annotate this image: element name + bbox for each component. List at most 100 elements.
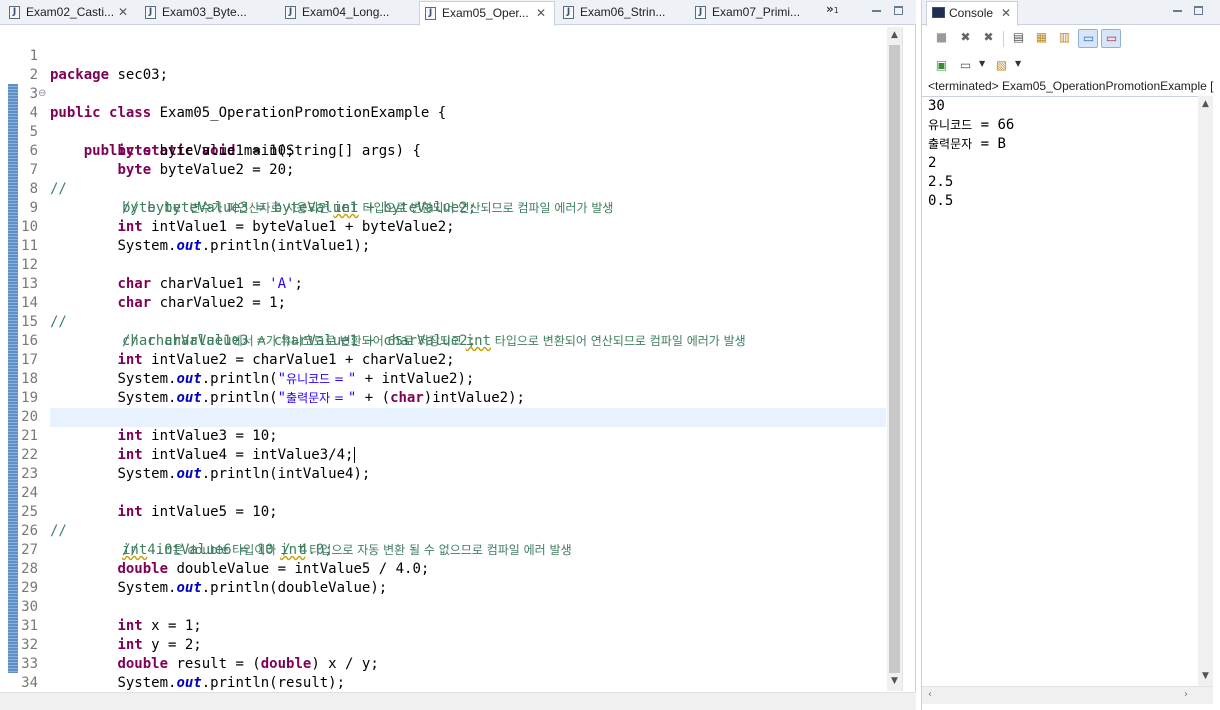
code-line: 7 // byte byteValue3 = byteValue1 + byte… <box>0 142 888 216</box>
toolbar-separator <box>1003 31 1004 47</box>
minimize-icon <box>1173 10 1182 12</box>
tab-exam05[interactable]: J Exam05_Oper... ✕ <box>419 1 555 26</box>
show-on-stderr-button[interactable]: ▭ <box>1101 29 1121 48</box>
terminate-icon: ■ <box>935 30 948 44</box>
code-line: 26 // 4.0은 double 타입이라 int 타입으로 자동 변환 될 … <box>0 503 888 558</box>
scroll-lock-button[interactable]: ▦ <box>1032 29 1052 48</box>
console-vertical-scrollbar[interactable]: ▲ ▼ <box>1198 96 1213 686</box>
code-line: 14 // char charValue3 = charValue1 + cha… <box>0 275 888 349</box>
remove-all-button[interactable]: ✖ <box>979 29 999 48</box>
code-line: 22 System.out.println(intValue4); <box>0 427 888 482</box>
code-line: 8 // byte 변수가 피연산자로 사용되면 int 타입으로 변환되어 연… <box>0 161 888 216</box>
code-line: 28 System.out.println(doubleValue); <box>0 541 888 596</box>
output-line: 30 <box>928 98 945 114</box>
clear-console-button[interactable]: ▤ <box>1009 29 1029 48</box>
code-line: 16 int intValue2 = charValue1 + charValu… <box>0 313 888 368</box>
remove-launch-button[interactable]: ✖ <box>956 29 976 48</box>
minimize-button[interactable] <box>1171 4 1184 17</box>
clear-console-icon: ▤ <box>1012 30 1025 44</box>
overview-ruler[interactable] <box>902 27 915 691</box>
maximize-icon <box>894 6 903 15</box>
tab-exam02[interactable]: J Exam02_Casti... ✕ <box>4 1 136 25</box>
code-line: 13 char charValue2 = 1; <box>0 256 888 311</box>
tab-label: Exam04_Long... <box>302 5 390 19</box>
console-tab-bar: Console ✕ <box>922 0 1220 26</box>
output-line: 2.5 <box>928 174 954 190</box>
open-console-icon: ▧ <box>995 58 1008 72</box>
code-line: 15 // charValue1에서 A가 유니코드로 변환되어 65로 저장되… <box>0 294 888 349</box>
java-file-icon: J <box>145 6 156 19</box>
pin-console-icon: ▣ <box>935 58 948 72</box>
code-line: 34 } <box>0 655 888 691</box>
code-line: 1 package sec03; <box>0 28 888 83</box>
console-icon <box>932 7 945 18</box>
word-wrap-button[interactable]: ▥ <box>1055 29 1075 48</box>
code-line: 27 double doubleValue = intValue5 / 4.0; <box>0 522 888 577</box>
output-line: 0.5 <box>928 193 954 209</box>
code-line: 19 <box>0 370 888 406</box>
tab-exam03[interactable]: J Exam03_Byte... <box>140 1 278 25</box>
minimize-button[interactable] <box>870 4 883 17</box>
show-on-stdout-button[interactable]: ▭ <box>1078 29 1098 48</box>
code-line: 12 char charValue1 = 'A'; <box>0 237 888 292</box>
tab-exam06[interactable]: J Exam06_Strin... <box>558 1 688 25</box>
tab-overflow-button[interactable]: »1 <box>826 2 839 16</box>
tab-label: Exam03_Byte... <box>162 5 247 19</box>
code-line: 10 System.out.println(intValue1); <box>0 199 888 254</box>
chevron-right-icon[interactable]: › <box>1184 689 1188 700</box>
close-icon[interactable]: ✕ <box>118 1 128 23</box>
scroll-lock-icon: ▦ <box>1035 30 1048 44</box>
chevron-down-icon[interactable]: ▼ <box>1200 670 1211 682</box>
terminate-button[interactable]: ■ <box>932 29 952 48</box>
editor-tab-bar: J Exam02_Casti... ✕ J Exam03_Byte... J E… <box>0 0 916 26</box>
tab-console[interactable]: Console ✕ <box>926 1 1018 26</box>
console-horizontal-scrollbar[interactable]: ‹ › <box>922 686 1213 704</box>
code-line: 24 int intValue5 = 10; <box>0 465 888 520</box>
code-line: 18 System.out.println("출력문자 = " + (char)… <box>0 351 888 406</box>
display-selected-console-button[interactable]: ▭ <box>956 57 976 76</box>
chevron-up-icon[interactable]: ▲ <box>889 29 900 41</box>
code-line: 23 <box>0 446 888 482</box>
console-output[interactable]: 30 유니코드 = 66 출력문자 = B 2 2.5 0.5 <box>922 96 1198 686</box>
java-file-icon: J <box>695 6 706 19</box>
code-editor[interactable]: 1 package sec03; 2 3 public class Exam05… <box>0 27 888 692</box>
chevron-down-icon[interactable]: ▼ <box>889 675 900 687</box>
tab-exam07[interactable]: J Exam07_Primi... <box>690 1 820 25</box>
pin-console-button[interactable]: ▣ <box>932 57 952 76</box>
overflow-count: 1 <box>833 6 839 15</box>
word-wrap-icon: ▥ <box>1058 30 1071 44</box>
code-line: 17 System.out.println("유니코드 = " + intVal… <box>0 332 888 387</box>
code-line: 6 byte byteValue2 = 20; <box>0 123 888 178</box>
code-line: 33 System.out.println(result); <box>0 636 888 691</box>
editor-horizontal-scrollbar[interactable] <box>0 692 916 710</box>
maximize-button[interactable] <box>1192 4 1205 17</box>
chevron-down-icon[interactable]: ▼ <box>979 59 985 68</box>
fold-collapse-icon[interactable]: ⊖ <box>38 89 46 99</box>
output-line: 출력문자 = B <box>928 136 1006 152</box>
tab-label: Exam02_Casti... <box>26 5 115 19</box>
remove-all-icon: ✖ <box>983 30 994 44</box>
remove-launch-icon: ✖ <box>960 30 971 44</box>
code-line: 2 <box>0 47 888 83</box>
code-line: 11 <box>0 218 888 254</box>
console-process-description: <terminated> Exam05_OperationPromotionEx… <box>928 79 1214 93</box>
code-line: 35 } <box>0 674 888 692</box>
console-toolbar-secondary: ▣ ▭ ▼ ▧ ▼ <box>922 54 1220 79</box>
close-icon[interactable]: ✕ <box>1001 2 1011 24</box>
editor-vertical-scrollbar[interactable]: ▲ ▼ <box>887 27 902 691</box>
editor-pane: J Exam02_Casti... ✕ J Exam03_Byte... J E… <box>0 0 916 710</box>
code-line: 21 int intValue4 = intValue3/4; <box>0 408 888 463</box>
tab-exam04[interactable]: J Exam04_Long... <box>280 1 416 25</box>
java-file-icon: J <box>9 6 20 19</box>
tab-label: Exam05_Oper... <box>442 6 529 20</box>
maximize-button[interactable] <box>892 4 905 17</box>
chevron-double-right-icon: » <box>826 2 834 16</box>
console-toolbar: ■ ✖ ✖ ▤ ▦ ▥ ▭ ▭ <box>922 26 1220 51</box>
close-icon[interactable]: ✕ <box>536 2 546 24</box>
chevron-down-icon[interactable]: ▼ <box>1015 59 1021 68</box>
tab-label: Exam07_Primi... <box>712 5 801 19</box>
chevron-left-icon[interactable]: ‹ <box>928 689 932 700</box>
open-console-button[interactable]: ▧ <box>992 57 1012 76</box>
scrollbar-thumb[interactable] <box>889 45 900 673</box>
chevron-up-icon[interactable]: ▲ <box>1200 98 1211 110</box>
